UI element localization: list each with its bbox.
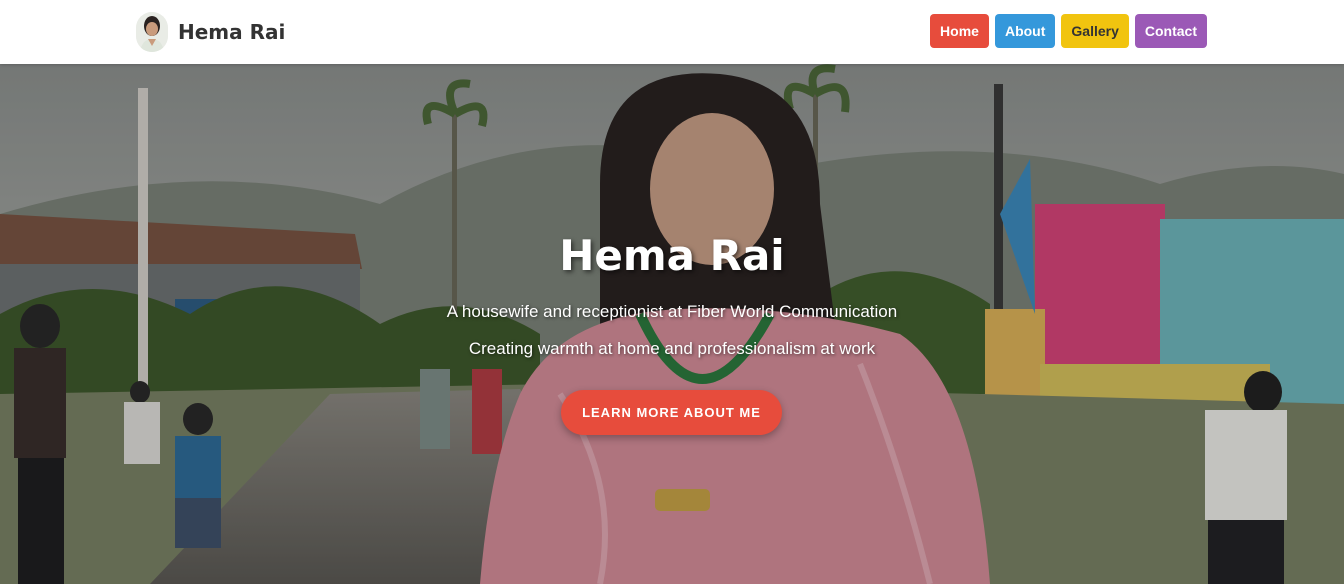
hero-subtitle: A housewife and receptionist at Fiber Wo… <box>446 302 898 321</box>
nav-home-button[interactable]: Home <box>930 14 989 48</box>
nav-gallery-button[interactable]: Gallery <box>1061 14 1129 48</box>
nav-about-button[interactable]: About <box>994 14 1056 48</box>
navbar: Hema Rai Home About Gallery Contact <box>0 0 1344 64</box>
hero-title: Hema Rai <box>559 231 785 280</box>
nav-links: Home About Gallery Contact <box>924 14 1207 48</box>
avatar <box>136 12 168 52</box>
brand[interactable]: Hema Rai <box>136 12 285 52</box>
hero-overlay <box>0 64 1344 584</box>
nav-contact-button[interactable]: Contact <box>1134 14 1207 48</box>
hero-tagline: Creating warmth at home and professional… <box>468 339 876 358</box>
brand-name: Hema Rai <box>178 20 286 44</box>
profile-photo-icon <box>136 12 168 52</box>
hero-section: Hema Rai A housewife and receptionist at… <box>0 64 1344 584</box>
learn-more-button[interactable]: LEARN MORE ABOUT ME <box>561 390 782 435</box>
